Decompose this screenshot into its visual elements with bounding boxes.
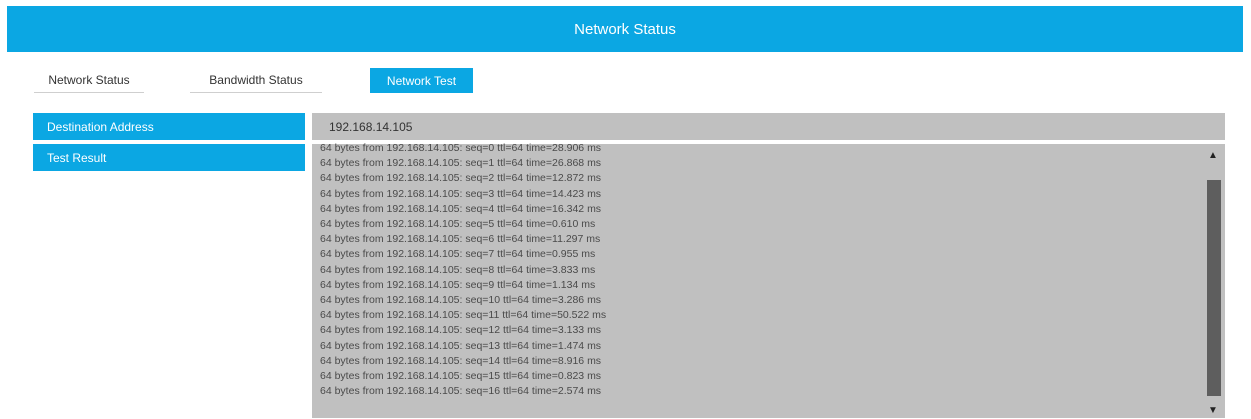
- result-line: 64 bytes from 192.168.14.105: seq=16 ttl…: [320, 385, 602, 398]
- scrollbar-thumb[interactable]: [1207, 180, 1221, 396]
- destination-address-label-text: Destination Address: [47, 119, 154, 134]
- test-result-label: Test Result: [33, 144, 305, 171]
- test-result-output[interactable]: 64 bytes from 192.168.14.105: seq=0 ttl=…: [312, 141, 1225, 418]
- result-line: 64 bytes from 192.168.14.105: seq=13 ttl…: [320, 339, 602, 352]
- result-line: 64 bytes from 192.168.14.105: seq=1 ttl=…: [320, 157, 602, 170]
- test-result-label-text: Test Result: [47, 150, 107, 165]
- destination-address-label: Destination Address: [33, 113, 305, 140]
- result-line: 64 bytes from 192.168.14.105: seq=15 ttl…: [320, 370, 602, 383]
- result-line: 64 bytes from 192.168.14.105: seq=7 ttl=…: [320, 248, 596, 261]
- result-line: 64 bytes from 192.168.14.105: seq=9 ttl=…: [320, 278, 596, 291]
- result-line: 64 bytes from 192.168.14.105: seq=6 ttl=…: [320, 233, 601, 246]
- tab-network-test[interactable]: Network Test: [370, 68, 473, 93]
- scroll-down-icon[interactable]: ▼: [1205, 403, 1221, 417]
- scroll-up-icon[interactable]: ▲: [1205, 148, 1221, 162]
- result-line: 64 bytes from 192.168.14.105: seq=10 ttl…: [320, 294, 602, 307]
- result-line: 64 bytes from 192.168.14.105: seq=2 ttl=…: [320, 172, 602, 185]
- result-line: 64 bytes from 192.168.14.105: seq=4 ttl=…: [320, 202, 602, 215]
- result-line: 64 bytes from 192.168.14.105: seq=5 ttl=…: [320, 218, 596, 231]
- result-lines: 64 bytes from 192.168.14.105: seq=0 ttl=…: [320, 141, 1200, 415]
- tab-network-status[interactable]: Network Status: [34, 68, 144, 93]
- result-line: 64 bytes from 192.168.14.105: seq=0 ttl=…: [320, 142, 602, 154]
- destination-address-value: 192.168.14.105: [329, 119, 413, 134]
- page-title: Network Status: [574, 20, 676, 38]
- result-line: 64 bytes from 192.168.14.105: seq=11 ttl…: [320, 309, 607, 322]
- destination-address-field[interactable]: 192.168.14.105: [312, 113, 1225, 140]
- result-line: 64 bytes from 192.168.14.105: seq=8 ttl=…: [320, 263, 596, 276]
- result-line: 64 bytes from 192.168.14.105: seq=14 ttl…: [320, 354, 602, 367]
- page-header: Network Status: [7, 6, 1243, 52]
- result-line: 64 bytes from 192.168.14.105: seq=3 ttl=…: [320, 187, 602, 200]
- result-line: 64 bytes from 192.168.14.105: seq=12 ttl…: [320, 324, 602, 337]
- tab-bandwidth-status[interactable]: Bandwidth Status: [190, 68, 322, 93]
